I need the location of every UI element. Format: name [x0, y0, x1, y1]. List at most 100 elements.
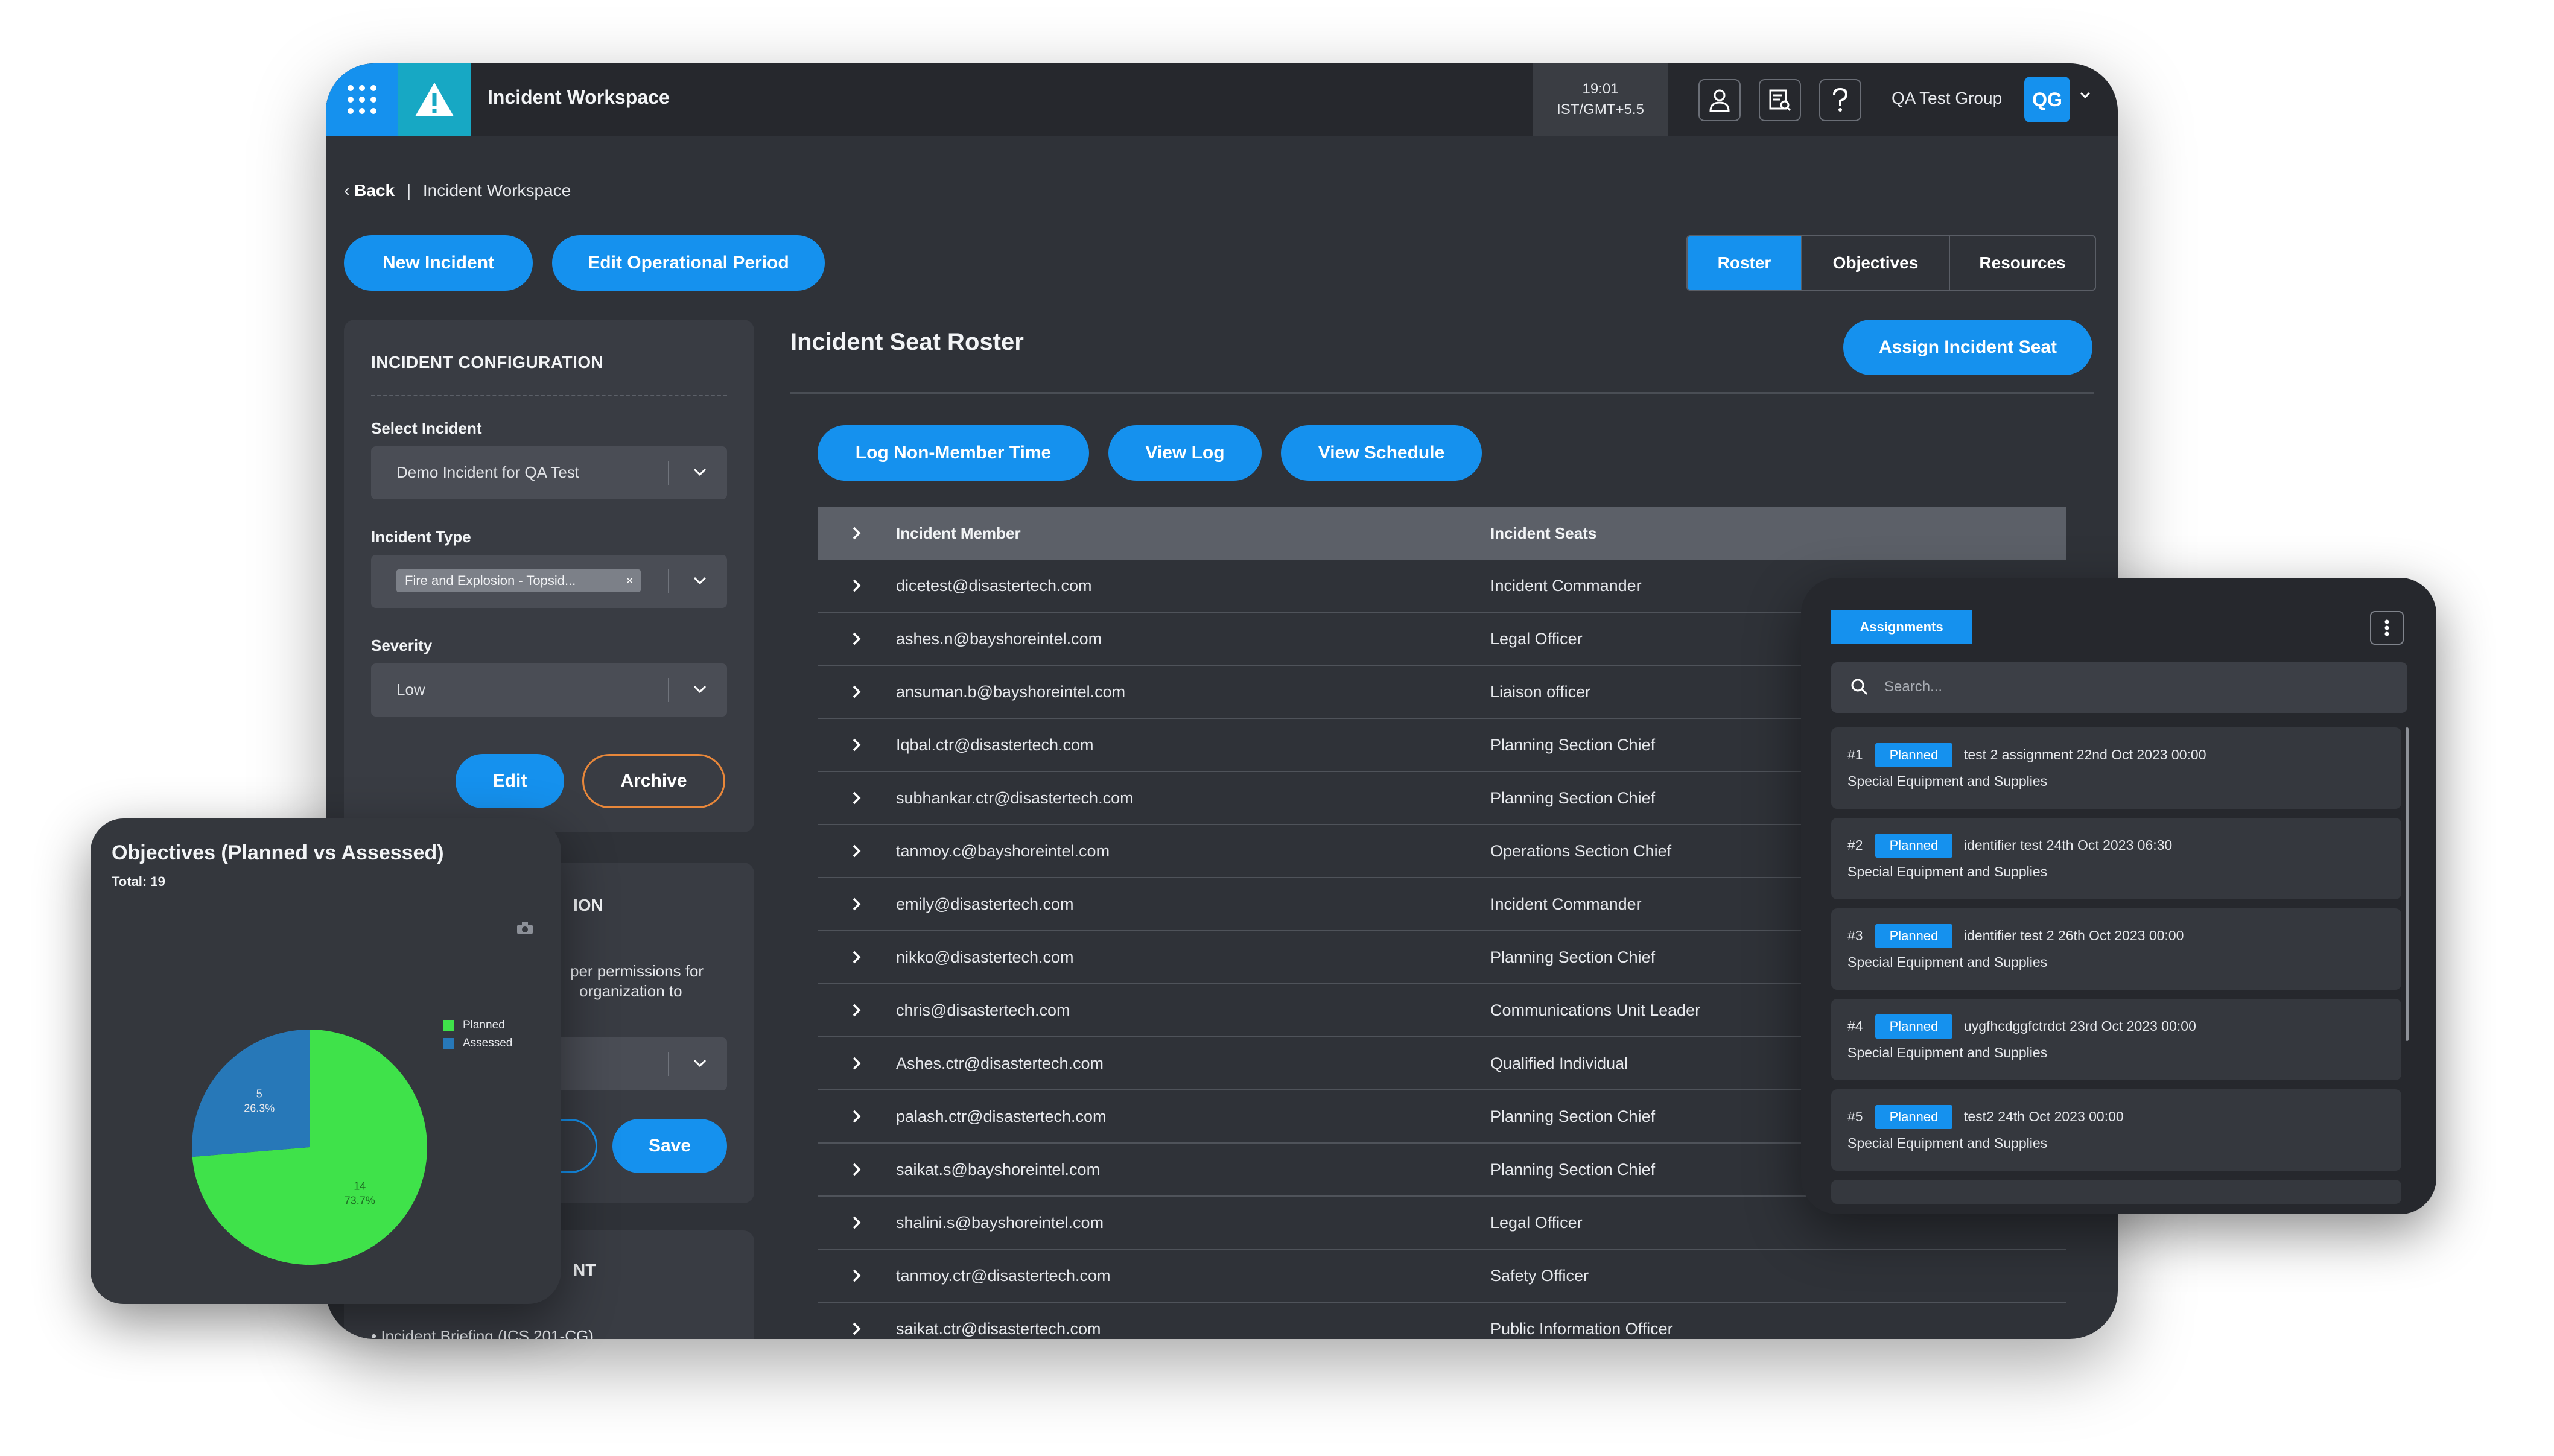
- archive-button[interactable]: Archive: [582, 754, 725, 808]
- chevron-left-icon[interactable]: ‹: [344, 181, 354, 200]
- chip-remove-icon[interactable]: ×: [626, 573, 634, 589]
- scrollbar[interactable]: [2406, 727, 2409, 1041]
- expand-all-icon[interactable]: [818, 526, 896, 540]
- chevron-down-icon[interactable]: [2079, 89, 2092, 105]
- member-cell: palash.ctr@disastertech.com: [896, 1107, 1107, 1125]
- assignment-card[interactable]: #2 Planned identifier test 24th Oct 2023 0…: [1831, 818, 2401, 899]
- assignment-card[interactable]: #5 Planned test2 24th Oct 2023 00:00 Specia…: [1831, 1089, 2401, 1171]
- assignment-subtitle: Special Equipment and Supplies: [1847, 1135, 2048, 1151]
- expand-row-icon[interactable]: [818, 1162, 896, 1177]
- chevron-down-icon[interactable]: [691, 572, 709, 593]
- warning-logo-icon: [398, 63, 471, 136]
- member-cell: chris@disastertech.com: [896, 1001, 1070, 1019]
- edit-button[interactable]: Edit: [456, 754, 564, 808]
- member-cell: dicetest@disastertech.com: [896, 576, 1092, 595]
- list-item-text: Incident Briefing (ICS 201-CG): [381, 1327, 594, 1339]
- report-icon[interactable]: [1759, 79, 1801, 121]
- status-badge: Planned: [1875, 834, 1952, 858]
- edit-operational-period-button[interactable]: Edit Operational Period: [552, 235, 825, 291]
- new-incident-button[interactable]: New Incident: [344, 235, 533, 291]
- help-icon[interactable]: [1819, 79, 1861, 121]
- chevron-down-icon[interactable]: [691, 1054, 709, 1075]
- status-badge: Planned: [1875, 924, 1952, 948]
- seat-cell: Public Information Officer: [1490, 1319, 1673, 1338]
- assignment-number: #2: [1847, 837, 1863, 853]
- member-cell: tanmoy.c@bayshoreintel.com: [896, 841, 1110, 860]
- assignment-number: #1: [1847, 747, 1863, 762]
- log-non-member-time-button[interactable]: Log Non-Member Time: [818, 425, 1089, 481]
- incident-type-dropdown[interactable]: Fire and Explosion - Topsid... ×: [371, 555, 727, 608]
- column-header-seats[interactable]: Incident Seats: [1490, 524, 2066, 543]
- severity-value: Low: [396, 680, 425, 698]
- tab-objectives[interactable]: Objectives: [1802, 236, 1950, 290]
- app-grid-icon[interactable]: [326, 63, 398, 136]
- back-link[interactable]: Back: [354, 181, 395, 200]
- chevron-down-icon[interactable]: [691, 680, 709, 701]
- member-cell: nikko@disastertech.com: [896, 948, 1074, 966]
- expand-row-icon[interactable]: [818, 685, 896, 699]
- panel-text-line1: per permissions for: [570, 962, 704, 980]
- assignment-title: test 2 assignment 22nd Oct 2023 00:00: [1964, 747, 2206, 762]
- incident-configuration-panel: INCIDENT CONFIGURATION Select Incident D…: [344, 320, 754, 832]
- tab-roster[interactable]: Roster: [1688, 236, 1802, 290]
- tab-assignments[interactable]: Assignments: [1831, 610, 1972, 644]
- incident-type-chip: Fire and Explosion - Topsid... ×: [396, 569, 641, 592]
- expand-row-icon[interactable]: [818, 844, 896, 858]
- expand-row-icon[interactable]: [818, 1056, 896, 1071]
- member-cell: saikat.ctr@disastertech.com: [896, 1319, 1101, 1338]
- clock-timezone: IST/GMT+5.5: [1557, 101, 1644, 118]
- assignment-card[interactable]: [1831, 1180, 2401, 1204]
- column-header-member[interactable]: Incident Member: [896, 524, 1490, 543]
- expand-row-icon[interactable]: [818, 1109, 896, 1124]
- status-badge: Planned: [1875, 1014, 1952, 1039]
- view-schedule-button[interactable]: View Schedule: [1281, 425, 1482, 481]
- expand-row-icon[interactable]: [818, 950, 896, 964]
- app-title: Incident Workspace: [488, 86, 670, 108]
- slice-value-label: 14: [354, 1180, 366, 1192]
- expand-row-icon[interactable]: [818, 1215, 896, 1230]
- table-header: Incident Member Incident Seats: [818, 507, 2066, 560]
- panel-title: ION: [573, 896, 603, 914]
- chevron-down-icon[interactable]: [691, 463, 709, 484]
- pie-slice-assessed[interactable]: [192, 1030, 310, 1157]
- user-icon[interactable]: [1698, 79, 1741, 121]
- slice-value-label: 5: [256, 1087, 262, 1100]
- table-row[interactable]: saikat.ctr@disastertech.com Public Inform…: [818, 1303, 2066, 1339]
- table-row[interactable]: tanmoy.ctr@disastertech.com Safety Office…: [818, 1250, 2066, 1303]
- expand-row-icon[interactable]: [818, 578, 896, 593]
- severity-dropdown[interactable]: Low: [371, 663, 727, 717]
- assignment-card[interactable]: #1 Planned test 2 assignment 22nd Oct 2023…: [1831, 727, 2401, 809]
- avatar[interactable]: QG: [2024, 77, 2070, 122]
- expand-row-icon[interactable]: [818, 1268, 896, 1283]
- member-cell: subhankar.ctr@disastertech.com: [896, 788, 1134, 807]
- assignment-subtitle: Special Equipment and Supplies: [1847, 954, 2048, 970]
- search-input[interactable]: Search...: [1831, 662, 2407, 713]
- expand-row-icon[interactable]: [818, 1003, 896, 1018]
- expand-row-icon[interactable]: [818, 738, 896, 752]
- assignment-number: #4: [1847, 1018, 1863, 1034]
- view-log-button[interactable]: View Log: [1108, 425, 1262, 481]
- more-options-icon[interactable]: [2370, 611, 2404, 645]
- breadcrumb-current: Incident Workspace: [422, 181, 571, 200]
- search-placeholder: Search...: [1884, 679, 1943, 695]
- slice-percent-label: 26.3%: [244, 1102, 275, 1114]
- panel-title: NT: [573, 1261, 596, 1279]
- group-name: QA Test Group: [1892, 89, 2003, 107]
- clock: 19:01 IST/GMT+5.5: [1533, 63, 1668, 136]
- expand-row-icon[interactable]: [818, 791, 896, 805]
- expand-row-icon[interactable]: [818, 897, 896, 911]
- select-incident-dropdown[interactable]: Demo Incident for QA Test: [371, 446, 727, 499]
- tab-resources[interactable]: Resources: [1950, 236, 2095, 290]
- panel-text-line2: organization to: [579, 982, 682, 1000]
- list-item[interactable]: • Incident Briefing (ICS 201-CG): [371, 1327, 594, 1339]
- divider: [371, 395, 727, 396]
- assignment-card[interactable]: #3 Planned identifier test 2 26th Oct 2023…: [1831, 908, 2401, 990]
- assignment-subtitle: Special Equipment and Supplies: [1847, 864, 2048, 879]
- assign-incident-seat-button[interactable]: Assign Incident Seat: [1843, 320, 2092, 375]
- assignment-subtitle: Special Equipment and Supplies: [1847, 773, 2048, 789]
- assignment-card[interactable]: #4 Planned uygfhcdggfctrdct 23rd Oct 2023 …: [1831, 999, 2401, 1080]
- expand-row-icon[interactable]: [818, 631, 896, 646]
- search-icon: [1849, 677, 1870, 700]
- expand-row-icon[interactable]: [818, 1321, 896, 1336]
- save-button[interactable]: Save: [612, 1119, 727, 1173]
